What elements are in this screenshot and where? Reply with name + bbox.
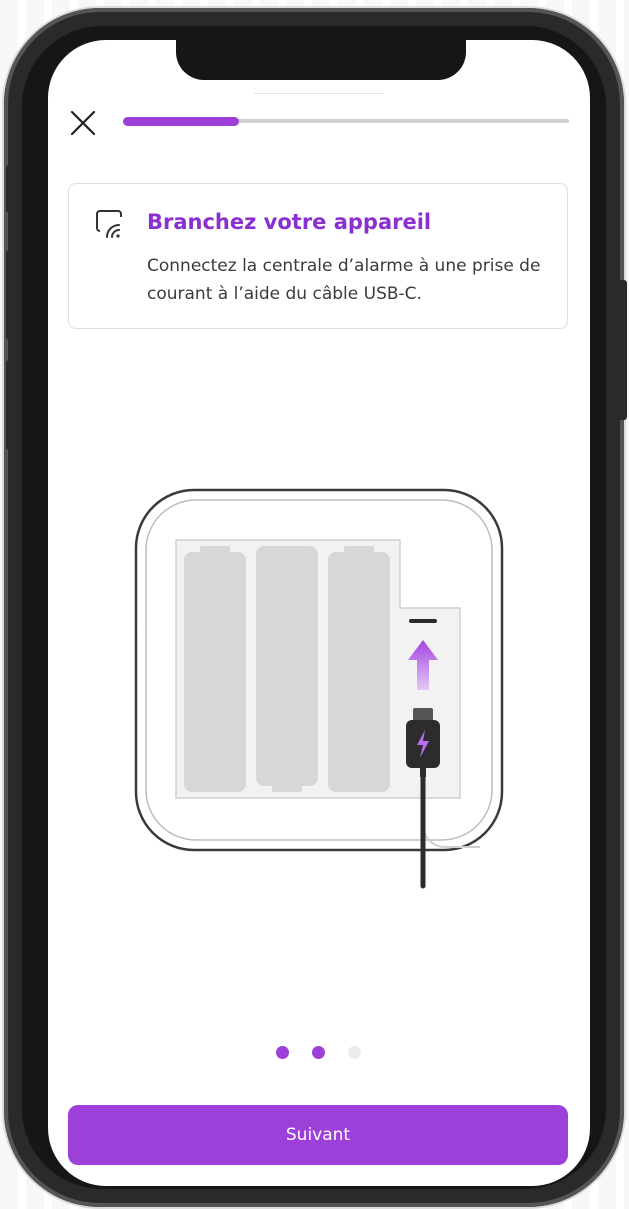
close-icon [70, 110, 96, 136]
phone-notch [176, 40, 466, 80]
progress-bar [123, 117, 239, 126]
status-divider [254, 93, 384, 94]
close-button[interactable] [68, 108, 98, 138]
card-description: Connectez la centrale d’alarme à une pri… [147, 256, 541, 304]
pagination-dot[interactable] [276, 1046, 289, 1059]
device-usb-c-plug-illustration [134, 488, 504, 889]
pagination-dot[interactable] [312, 1046, 325, 1059]
app-screen: Branchez votre appareil Connectez la cen… [48, 40, 590, 1186]
side-button-power [615, 280, 627, 420]
next-button[interactable]: Suivant [68, 1105, 568, 1165]
card-title: Branchez votre appareil [147, 210, 432, 234]
cast-icon [96, 210, 122, 238]
side-button-mute [6, 165, 18, 213]
side-button-volume-down [6, 360, 18, 450]
instruction-card: Branchez votre appareil Connectez la cen… [68, 183, 568, 329]
side-button-volume-up [6, 250, 18, 340]
pagination-dot[interactable] [348, 1046, 361, 1059]
